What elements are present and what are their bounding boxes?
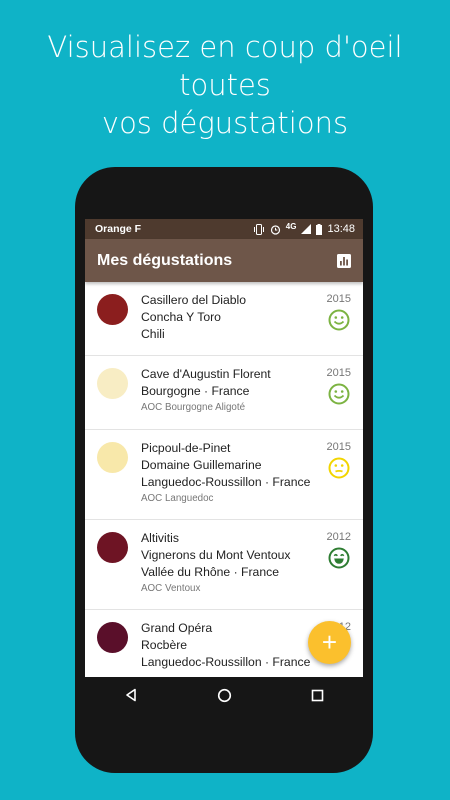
wine-appellation: AOC Ventoux bbox=[141, 583, 201, 594]
wine-region: Languedoc-Roussillon · France bbox=[141, 475, 311, 489]
carrier-label: Orange F bbox=[95, 223, 142, 235]
wine-color-swatch bbox=[97, 532, 128, 563]
vibrate-icon bbox=[253, 223, 264, 235]
add-tasting-button[interactable]: + bbox=[308, 621, 351, 664]
wine-color-swatch bbox=[97, 294, 128, 325]
promo-headline: Visualisez en coup d'oeil toutes vos dég… bbox=[0, 28, 450, 142]
vintage-year: 2015 bbox=[326, 367, 351, 379]
vintage-year: 2015 bbox=[326, 293, 351, 305]
wine-producer: Concha Y Toro bbox=[141, 310, 221, 324]
neutral-face-icon bbox=[328, 457, 350, 479]
list-item[interactable]: Cave d'Augustin Florent Bourgogne · Fran… bbox=[85, 356, 363, 430]
wine-producer: Bourgogne · France bbox=[141, 384, 250, 398]
list-item[interactable]: Picpoul-de-Pinet Domaine Guillemarine La… bbox=[85, 430, 363, 520]
tasting-list: Casillero del Diablo Concha Y Toro Chili… bbox=[85, 282, 363, 677]
system-nav-bar bbox=[85, 677, 363, 713]
signal-icon bbox=[301, 224, 312, 234]
clock-label: 13:48 bbox=[327, 223, 355, 235]
page-title: Mes dégustations bbox=[97, 251, 233, 269]
very-happy-face-icon bbox=[328, 547, 350, 569]
app-bar: Mes dégustations bbox=[85, 239, 363, 282]
wine-appellation: AOC Languedoc bbox=[141, 493, 214, 504]
wine-name: Casillero del Diablo bbox=[141, 293, 246, 307]
network-label: 4G bbox=[285, 222, 297, 231]
list-item[interactable]: Altivitis Vignerons du Mont Ventoux Vall… bbox=[85, 520, 363, 610]
status-bar: Orange F 4G 13:48 bbox=[85, 219, 363, 239]
home-icon[interactable] bbox=[217, 688, 232, 703]
wine-name: Picpoul-de-Pinet bbox=[141, 441, 231, 455]
wine-color-swatch bbox=[97, 622, 128, 653]
list-item[interactable]: Casillero del Diablo Concha Y Toro Chili… bbox=[85, 282, 363, 356]
vintage-year: 2012 bbox=[326, 531, 351, 543]
battery-icon bbox=[316, 223, 323, 235]
promo-line-1: Visualisez en coup d'oeil toutes bbox=[47, 30, 403, 102]
wine-color-swatch bbox=[97, 442, 128, 473]
alarm-icon bbox=[270, 224, 280, 235]
wine-producer: Vignerons du Mont Ventoux bbox=[141, 548, 291, 562]
vintage-year: 2015 bbox=[326, 441, 351, 453]
recents-icon[interactable] bbox=[311, 689, 324, 702]
promo-line-2: vos dégustations bbox=[101, 106, 349, 140]
wine-region: Vallée du Rhône · France bbox=[141, 565, 279, 579]
app-screen: Orange F 4G 13:48 Mes dégustations Casil… bbox=[85, 219, 363, 677]
bar-chart-icon[interactable] bbox=[337, 253, 351, 268]
wine-region: Chili bbox=[141, 327, 165, 341]
wine-appellation: AOC Bourgogne Aligoté bbox=[141, 402, 246, 413]
wine-name: Cave d'Augustin Florent bbox=[141, 367, 271, 381]
wine-name: Altivitis bbox=[141, 531, 179, 545]
add-icon: + bbox=[321, 627, 338, 657]
happy-face-icon bbox=[328, 383, 350, 405]
back-icon[interactable] bbox=[124, 688, 138, 702]
wine-producer: Domaine Guillemarine bbox=[141, 458, 262, 472]
wine-color-swatch bbox=[97, 368, 128, 399]
happy-face-icon bbox=[328, 309, 350, 331]
